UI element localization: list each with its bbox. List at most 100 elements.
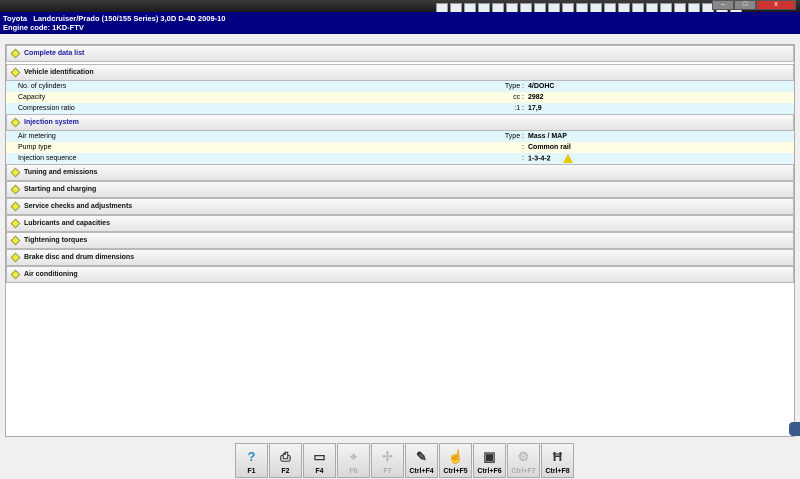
vehicle-title: Toyota Landcruiser/Prado (150/155 Series…	[3, 14, 226, 23]
print-button[interactable]: ⎙ F2	[269, 443, 302, 478]
data-row: Compression ratio :1 : 17,9	[6, 103, 794, 114]
data-row: No. of cylinders Type : 4/DOHC	[6, 81, 794, 92]
key-label: Ctrl+F8	[545, 468, 570, 475]
row-value: 17,9	[528, 105, 542, 112]
red-chart-button[interactable]: ▣ Ctrl+F6	[473, 443, 506, 478]
value-text: 4/DOHC	[528, 83, 555, 90]
screen-icon: ▭	[313, 449, 326, 464]
diamond-icon	[10, 48, 21, 59]
section-vehicle-identification[interactable]: Vehicle identification	[6, 64, 794, 81]
warning-icon[interactable]	[562, 154, 573, 163]
row-unit: :	[522, 144, 524, 151]
section-item[interactable]: Service checks and adjustments	[6, 198, 794, 215]
diamond-icon	[10, 252, 21, 263]
row-label: Pump type	[18, 144, 52, 151]
value-text: 2982	[528, 94, 544, 101]
section-item[interactable]: Starting and charging	[6, 181, 794, 198]
row-value: 1-3-4-2	[528, 154, 573, 163]
row-unit: cc :	[513, 94, 524, 101]
row-unit: Type :	[504, 133, 524, 140]
side-tab[interactable]	[789, 422, 800, 436]
value-text: 1-3-4-2	[528, 155, 551, 163]
notes-button[interactable]: ✎ Ctrl+F4	[405, 443, 438, 478]
section-label: Starting and charging	[24, 186, 97, 193]
value-text: Common rail	[528, 144, 571, 151]
row-value: 4/DOHC	[528, 83, 554, 90]
red-chart-icon: ▣	[483, 449, 496, 464]
diamond-icon	[10, 269, 21, 280]
help-icon: ?	[247, 449, 256, 464]
key-label: F7	[383, 468, 392, 475]
section-item[interactable]: Tuning and emissions	[6, 164, 794, 181]
section-injection-system[interactable]: Injection system	[6, 114, 794, 131]
section-item[interactable]: Air conditioning	[6, 266, 794, 283]
measure-button[interactable]: ✢ F7	[371, 443, 404, 478]
settings-button[interactable]: ⚙ Ctrl+F7	[507, 443, 540, 478]
key-label: F6	[349, 468, 358, 475]
key-label: F2	[281, 468, 290, 475]
value-text: 17,9	[528, 105, 542, 112]
key-label: F4	[315, 468, 324, 475]
section-item[interactable]: Tightening torques	[6, 232, 794, 249]
vehicle-rows: No. of cylinders Type : 4/DOHC Capacity cc :…	[6, 81, 794, 114]
diamond-icon	[10, 201, 21, 212]
close-button[interactable]: x	[756, 0, 796, 10]
diamond-icon	[10, 235, 21, 246]
diamond-icon	[10, 117, 21, 128]
lift-button[interactable]: Ħ Ctrl+F8	[541, 443, 574, 478]
object-icon: ⌖	[349, 449, 358, 464]
engine-code: Engine code: 1KD-FTV	[3, 23, 84, 32]
section-label: Complete data list	[24, 50, 85, 57]
object-button[interactable]: ⌖ F6	[337, 443, 370, 478]
section-label: Injection system	[24, 119, 79, 126]
select-icon: ☝	[447, 449, 464, 464]
row-value: Common rail	[528, 144, 571, 151]
row-value: Mass / MAP	[528, 133, 567, 140]
diamond-icon	[10, 184, 21, 195]
diamond-icon	[10, 167, 21, 178]
key-label: Ctrl+F7	[511, 468, 536, 475]
maximize-button[interactable]: □	[734, 0, 756, 10]
select-button[interactable]: ☝ Ctrl+F5	[439, 443, 472, 478]
value-text: Mass / MAP	[528, 133, 567, 140]
vehicle-header: Toyota Landcruiser/Prado (150/155 Series…	[0, 12, 800, 34]
data-row: Air metering Type : Mass / MAP	[6, 131, 794, 142]
key-label: Ctrl+F6	[477, 468, 502, 475]
row-label: Air metering	[18, 133, 56, 140]
notes-icon: ✎	[416, 449, 427, 464]
screen-button[interactable]: ▭ F4	[303, 443, 336, 478]
injection-rows: Air metering Type : Mass / MAP Pump type: Co…	[6, 131, 794, 164]
diamond-icon	[10, 67, 21, 78]
section-label: Service checks and adjustments	[24, 203, 133, 210]
diamond-icon	[10, 218, 21, 229]
row-label: Injection sequence	[18, 155, 77, 162]
row-unit: Type :	[504, 83, 524, 90]
row-unit: :1 :	[514, 105, 524, 112]
data-row: Injection sequence:1-3-4-2	[6, 153, 794, 164]
section-label: Tightening torques	[24, 237, 88, 244]
section-label: Tuning and emissions	[24, 169, 98, 176]
complete-data-list[interactable]: Complete data list	[6, 45, 794, 62]
measure-icon: ✢	[382, 449, 393, 464]
collapsed-sections: Tuning and emissions Starting and chargin…	[6, 164, 794, 283]
lift-icon: Ħ	[552, 449, 563, 464]
row-value: 2982	[528, 94, 544, 101]
section-item[interactable]: Lubricants and capacities	[6, 215, 794, 232]
data-row: Capacity cc : 2982	[6, 92, 794, 103]
row-unit: :	[522, 155, 524, 162]
row-label: Capacity	[18, 94, 46, 101]
section-item[interactable]: Brake disc and drum dimensions	[6, 249, 794, 266]
section-label: Vehicle identification	[24, 69, 94, 76]
data-panel: Complete data list Vehicle identificatio…	[5, 44, 795, 437]
minimize-button[interactable]: –	[712, 0, 734, 10]
help-button[interactable]: ? F1	[235, 443, 268, 478]
settings-icon: ⚙	[517, 449, 530, 464]
data-row: Pump type: Common rail	[6, 142, 794, 153]
function-key-bar: ? F1 ⎙ F2 ▭ F4 ⌖ F6 ✢ F7 ✎ Ctrl+F4 ☝ Ctrl+F5 ▣ Ctrl+F6 ⚙…	[235, 443, 574, 478]
row-label: Compression ratio	[18, 105, 75, 112]
window-controls: – □ x	[712, 0, 796, 10]
print-icon: ⎙	[280, 449, 291, 464]
section-label: Brake disc and drum dimensions	[24, 254, 135, 261]
section-label: Air conditioning	[24, 271, 78, 278]
key-label: Ctrl+F4	[409, 468, 434, 475]
